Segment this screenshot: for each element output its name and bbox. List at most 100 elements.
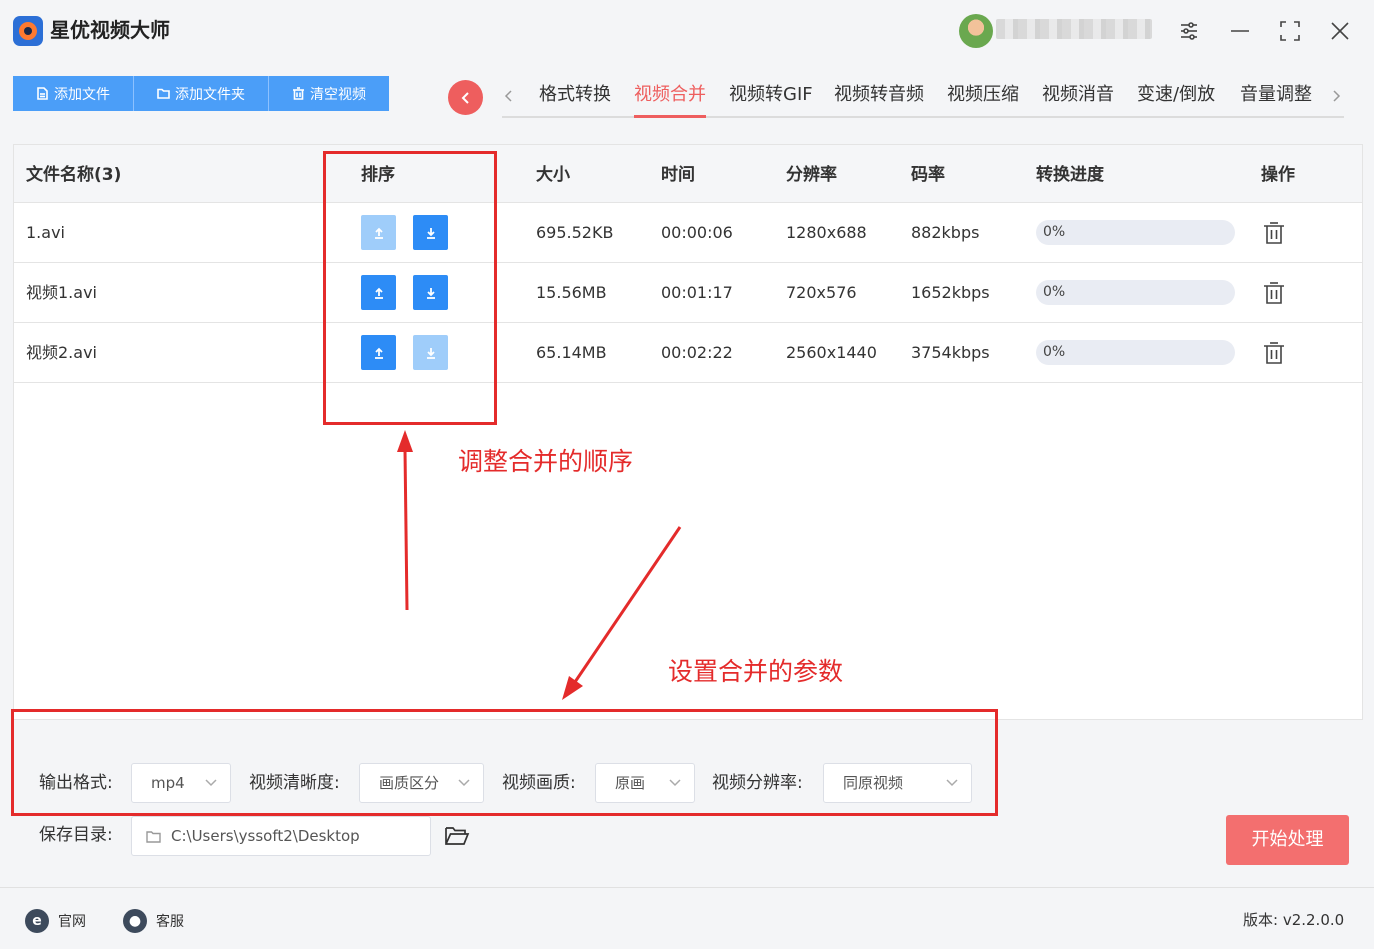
resolution-value: 同原视频 [843, 774, 904, 792]
quality-select[interactable]: 原画 [595, 763, 695, 803]
file-resolution: 1280x688 [786, 223, 867, 242]
close-button[interactable] [1325, 16, 1355, 46]
delete-button[interactable] [1261, 340, 1287, 366]
file-size: 15.56MB [536, 283, 607, 302]
resolution-select[interactable]: 同原视频 [823, 763, 972, 803]
version-text: 版本: v2.2.0.0 [1243, 911, 1345, 929]
delete-button[interactable] [1261, 280, 1287, 306]
file-list-panel: 文件名称(3) 排序 大小 时间 分辨率 码率 转换进度 操作 1.avi 69… [13, 144, 1363, 720]
header-file-name: 文件名称(3) [26, 165, 122, 185]
chevron-right-icon [1333, 90, 1341, 102]
save-dir-label: 保存目录: [39, 825, 113, 845]
save-dir-value: C:\Users\yssoft2\Desktop [171, 827, 360, 845]
user-name-blurred[interactable] [996, 19, 1152, 39]
progress-bar: 0% [1036, 280, 1235, 305]
clarity-select[interactable]: 画质区分 [359, 763, 484, 803]
file-name: 视频2.avi [26, 343, 97, 362]
website-label: 官网 [58, 914, 86, 930]
merge-settings-area [0, 721, 1374, 887]
arrow-down-icon [426, 347, 435, 359]
move-down-button [413, 335, 448, 370]
minimize-button[interactable] [1225, 16, 1255, 46]
tab-speed-reverse[interactable]: 变速/倒放 [1137, 82, 1215, 116]
trash-icon [1264, 342, 1284, 364]
header-progress: 转换进度 [1036, 165, 1104, 185]
tab-video-compress[interactable]: 视频压缩 [947, 82, 1019, 116]
header-size: 大小 [536, 165, 570, 185]
app-title: 星优视频大师 [50, 18, 170, 42]
delete-button[interactable] [1261, 220, 1287, 246]
file-resolution: 720x576 [786, 283, 857, 302]
move-down-button[interactable] [413, 275, 448, 310]
arrow-up-icon [374, 287, 383, 299]
file-duration: 00:00:06 [661, 223, 733, 242]
save-dir-input[interactable]: C:\Users\yssoft2\Desktop [131, 816, 431, 856]
user-avatar[interactable] [959, 14, 993, 48]
file-name: 1.avi [26, 223, 65, 242]
add-file-button[interactable]: 添加文件 [13, 76, 134, 111]
header-time: 时间 [661, 165, 695, 185]
file-icon [37, 87, 48, 100]
chevron-down-icon [205, 779, 217, 787]
progress-bar: 0% [1036, 220, 1235, 245]
move-up-button[interactable] [361, 335, 396, 370]
open-folder-icon [445, 827, 470, 845]
move-up-button[interactable] [361, 275, 396, 310]
minimize-icon [1231, 30, 1249, 32]
progress-text: 0% [1043, 224, 1066, 240]
table-row[interactable]: 视频2.avi 65.14MB 00:02:22 2560x1440 3754k… [14, 323, 1362, 383]
ie-browser-icon: e [25, 909, 49, 933]
file-size: 695.52KB [536, 223, 614, 242]
file-resolution: 2560x1440 [786, 343, 877, 362]
table-row[interactable]: 1.avi 695.52KB 00:00:06 1280x688 882kbps… [14, 203, 1362, 263]
support-label: 客服 [156, 914, 184, 930]
app-logo-icon [13, 16, 43, 46]
collapse-back-button[interactable] [448, 80, 483, 115]
tabs-scroll-left-button[interactable] [500, 85, 518, 107]
params-annotation-text: 设置合并的参数 [668, 657, 844, 686]
close-icon [1331, 22, 1349, 40]
add-folder-label: 添加文件夹 [175, 86, 245, 103]
browse-folder-button[interactable] [443, 822, 471, 850]
start-processing-button[interactable]: 开始处理 [1226, 815, 1349, 865]
tab-video-merge[interactable]: 视频合并 [634, 82, 706, 118]
file-bitrate: 882kbps [911, 223, 980, 242]
tab-video-to-audio[interactable]: 视频转音频 [834, 82, 924, 116]
file-bitrate: 1652kbps [911, 283, 990, 302]
header-order: 排序 [361, 165, 395, 185]
clear-videos-button[interactable]: 清空视频 [269, 76, 389, 111]
website-link[interactable]: e 官网 [25, 908, 86, 934]
settings-button[interactable] [1174, 16, 1204, 46]
move-down-button[interactable] [413, 215, 448, 250]
file-size: 65.14MB [536, 343, 607, 362]
add-folder-button[interactable]: 添加文件夹 [134, 76, 269, 111]
table-header: 文件名称(3) 排序 大小 时间 分辨率 码率 转换进度 操作 [14, 145, 1362, 203]
chevron-down-icon [669, 779, 681, 787]
chevron-down-icon [946, 779, 958, 787]
output-format-label: 输出格式: [39, 773, 113, 793]
support-link[interactable]: ● 客服 [123, 908, 184, 934]
output-format-select[interactable]: mp4 [131, 763, 231, 803]
tab-video-to-gif[interactable]: 视频转GIF [729, 82, 813, 116]
file-bitrate: 3754kbps [911, 343, 990, 362]
toolbar: 添加文件 添加文件夹 清空视频 [13, 76, 389, 111]
progress-text: 0% [1043, 284, 1066, 300]
progress-bar: 0% [1036, 340, 1235, 365]
quality-label: 视频画质: [502, 773, 576, 793]
file-name: 视频1.avi [26, 283, 97, 302]
tab-video-mute[interactable]: 视频消音 [1042, 82, 1114, 116]
folder-icon [157, 88, 170, 99]
title-bar: 星优视频大师 [0, 0, 1374, 62]
trash-icon [293, 87, 304, 100]
clarity-value: 画质区分 [379, 774, 440, 792]
trash-icon [1264, 222, 1284, 244]
tabs-scroll-right-button[interactable] [1327, 85, 1345, 107]
tab-volume-adjust[interactable]: 音量调整 [1240, 82, 1312, 116]
settings-sliders-icon [1181, 22, 1197, 40]
table-row[interactable]: 视频1.avi 15.56MB 00:01:17 720x576 1652kbp… [14, 263, 1362, 323]
maximize-button[interactable] [1275, 16, 1305, 46]
tab-format-convert[interactable]: 格式转换 [539, 82, 611, 116]
file-duration: 00:02:22 [661, 343, 733, 362]
chevron-down-icon [458, 779, 470, 787]
maximize-icon [1280, 21, 1300, 41]
